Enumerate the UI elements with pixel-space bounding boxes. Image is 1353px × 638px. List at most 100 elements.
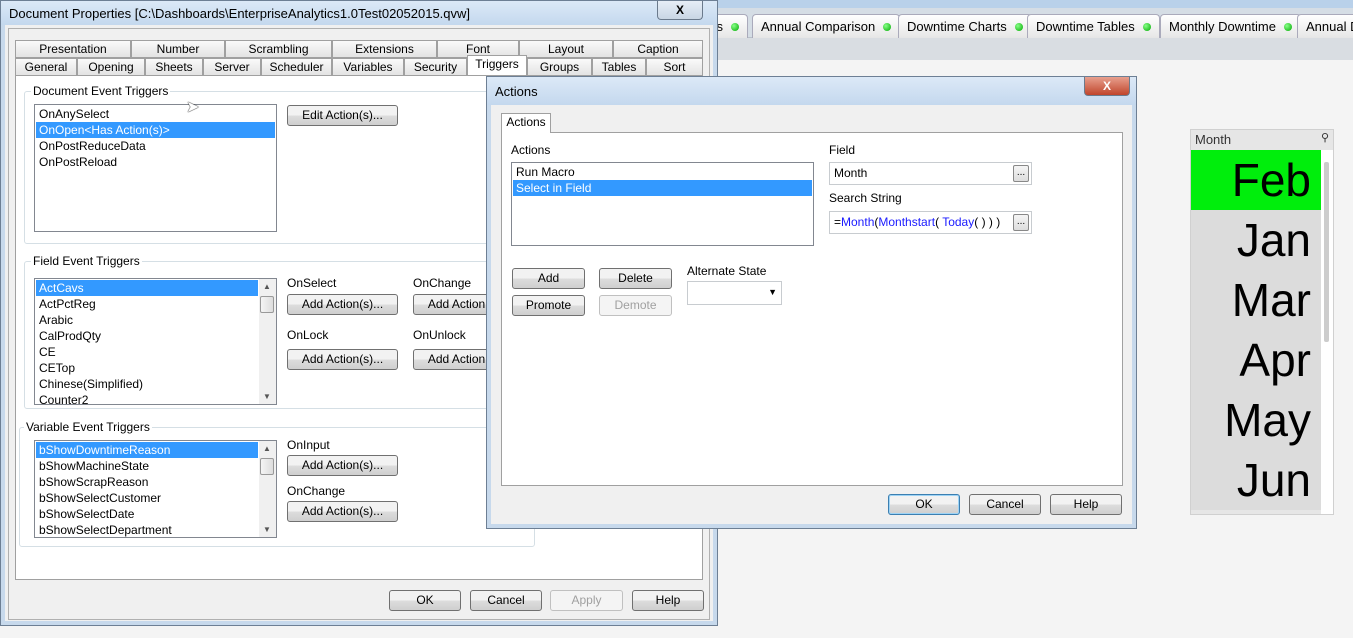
list-item[interactable]: CE <box>36 344 258 360</box>
tab-scheduler[interactable]: Scheduler <box>261 58 332 76</box>
list-item[interactable]: OnPostReduceData <box>36 138 275 154</box>
var-onchange-add-actions-button[interactable]: Add Action(s)... <box>287 501 398 522</box>
search-string-input[interactable]: =Month(Monthstart( Today( ) ) )... <box>829 211 1032 234</box>
status-dot-icon <box>1014 23 1023 31</box>
list-item[interactable]: bShowScrapReason <box>36 474 258 490</box>
search-icon[interactable]: ⚲ <box>1321 131 1329 144</box>
list-item[interactable]: bShowMachineState <box>36 458 258 474</box>
sheet-tab-label: Downtime Tables <box>1036 19 1135 34</box>
oninput-add-actions-button[interactable]: Add Action(s)... <box>287 455 398 476</box>
onlock-add-actions-button[interactable]: Add Action(s)... <box>287 349 398 370</box>
listbox-item[interactable]: Jan <box>1191 210 1321 270</box>
onselect-add-actions-button[interactable]: Add Action(s)... <box>287 294 398 315</box>
close-button[interactable]: X <box>1084 77 1130 96</box>
sheet-tab-monthly-downtime[interactable]: Monthly Downtime <box>1160 14 1301 38</box>
alternate-state-select[interactable]: ▼ <box>687 281 782 305</box>
list-item[interactable]: bShowDowntimeReason <box>36 442 258 458</box>
tab-layout[interactable]: Layout <box>519 40 613 58</box>
scroll-down-icon[interactable]: ▼ <box>263 525 271 534</box>
list-item[interactable]: ActPctReg <box>36 296 258 312</box>
scroll-thumb[interactable] <box>1324 162 1329 342</box>
list-item[interactable]: bShowSelectDepartment <box>36 522 258 537</box>
promote-button[interactable]: Promote <box>512 295 585 316</box>
list-item[interactable]: bShowSelectCustomer <box>36 490 258 506</box>
sheet-tab-annual-comparison[interactable]: Annual Comparison <box>752 14 901 38</box>
add-button[interactable]: Add <box>512 268 585 289</box>
status-dot-icon <box>1142 23 1151 31</box>
help-button[interactable]: Help <box>1050 494 1122 515</box>
listbox-item[interactable]: Jun <box>1191 450 1321 510</box>
expr-text: = <box>834 215 842 229</box>
tab-presentation[interactable]: Presentation <box>15 40 131 58</box>
sheet-tab-bar: s Annual Comparison Downtime Charts Down… <box>700 8 1353 38</box>
list-item[interactable]: ActCavs <box>36 280 258 296</box>
list-item[interactable]: CalProdQty <box>36 328 258 344</box>
edit-actions-button[interactable]: Edit Action(s)... <box>287 105 398 126</box>
list-item[interactable]: OnPostReload <box>36 154 275 170</box>
tab-groups[interactable]: Groups <box>527 58 592 76</box>
scrollbar[interactable]: ▲ ▼ <box>259 441 276 537</box>
scroll-up-icon[interactable]: ▲ <box>263 282 271 291</box>
tab-scrambling[interactable]: Scrambling <box>225 40 332 58</box>
delete-button[interactable]: Delete <box>599 268 672 289</box>
tab-actions[interactable]: Actions <box>501 113 551 133</box>
tab-caption[interactable]: Caption <box>613 40 703 58</box>
sheet-tab-downtime-charts[interactable]: Downtime Charts <box>898 14 1032 38</box>
search-edit-button[interactable]: ... <box>1013 214 1029 231</box>
list-item[interactable]: CETop <box>36 360 258 376</box>
listbox-item[interactable]: Apr <box>1191 330 1321 390</box>
actions-label: Actions <box>511 143 551 157</box>
sheet-tab-annual-d[interactable]: Annual D <box>1297 14 1353 38</box>
field-triggers-list[interactable]: ActCavs ActPctReg Arabic CalProdQty CE C… <box>34 278 277 405</box>
demote-button[interactable]: Demote <box>599 295 672 316</box>
list-item[interactable]: Select in Field <box>513 180 812 196</box>
tab-general[interactable]: General <box>15 58 77 76</box>
cancel-button[interactable]: Cancel <box>470 590 542 611</box>
month-listbox[interactable]: Month ⚲ Feb Jan Mar Apr May Jun <box>1190 129 1334 515</box>
alternate-state-label: Alternate State <box>687 264 767 278</box>
actions-list[interactable]: Run Macro Select in Field <box>511 162 814 246</box>
variable-triggers-list[interactable]: bShowDowntimeReason bShowMachineState bS… <box>34 440 277 538</box>
tab-sheets[interactable]: Sheets <box>145 58 203 76</box>
ok-button[interactable]: OK <box>888 494 960 515</box>
tab-sort[interactable]: Sort <box>646 58 703 76</box>
tab-tables[interactable]: Tables <box>592 58 646 76</box>
scroll-thumb[interactable] <box>260 458 274 475</box>
field-input[interactable]: Month... <box>829 162 1032 185</box>
field-value: Month <box>834 166 868 180</box>
actions-panel: Actions Run Macro Select in Field Field … <box>501 132 1123 486</box>
list-item[interactable]: Counter2 <box>36 392 258 404</box>
scrollbar[interactable]: ▲ ▼ <box>259 279 276 404</box>
group-label: Variable Event Triggers <box>24 420 152 434</box>
tab-extensions[interactable]: Extensions <box>332 40 437 58</box>
list-item[interactable]: OnOpen<Has Action(s)> <box>36 122 275 138</box>
onlock-label: OnLock <box>287 328 329 342</box>
list-item[interactable]: Arabic <box>36 312 258 328</box>
sheet-tab-downtime-tables[interactable]: Downtime Tables <box>1027 14 1160 38</box>
field-browse-button[interactable]: ... <box>1013 165 1029 182</box>
listbox-scrollbar[interactable] <box>1321 150 1333 514</box>
document-event-triggers-group: Document Event Triggers OnAnySelect OnOp… <box>24 84 539 244</box>
listbox-item[interactable]: Feb <box>1191 150 1321 210</box>
tab-opening[interactable]: Opening <box>77 58 145 76</box>
tab-number[interactable]: Number <box>131 40 225 58</box>
close-button[interactable]: X <box>657 1 703 20</box>
tab-variables[interactable]: Variables <box>332 58 404 76</box>
tab-security[interactable]: Security <box>404 58 467 76</box>
cancel-button[interactable]: Cancel <box>969 494 1041 515</box>
document-triggers-list[interactable]: OnAnySelect OnOpen<Has Action(s)> OnPost… <box>34 104 277 232</box>
scroll-up-icon[interactable]: ▲ <box>263 444 271 453</box>
help-button[interactable]: Help <box>632 590 704 611</box>
apply-button[interactable]: Apply <box>550 590 623 611</box>
list-item[interactable]: OnAnySelect <box>36 106 275 122</box>
scroll-down-icon[interactable]: ▼ <box>263 392 271 401</box>
list-item[interactable]: Run Macro <box>513 164 812 180</box>
ok-button[interactable]: OK <box>389 590 461 611</box>
list-item[interactable]: bShowSelectDate <box>36 506 258 522</box>
listbox-item[interactable]: May <box>1191 390 1321 450</box>
listbox-item[interactable]: Mar <box>1191 270 1321 330</box>
tab-triggers[interactable]: Triggers <box>467 55 527 75</box>
scroll-thumb[interactable] <box>260 296 274 313</box>
tab-server[interactable]: Server <box>203 58 261 76</box>
list-item[interactable]: Chinese(Simplified) <box>36 376 258 392</box>
